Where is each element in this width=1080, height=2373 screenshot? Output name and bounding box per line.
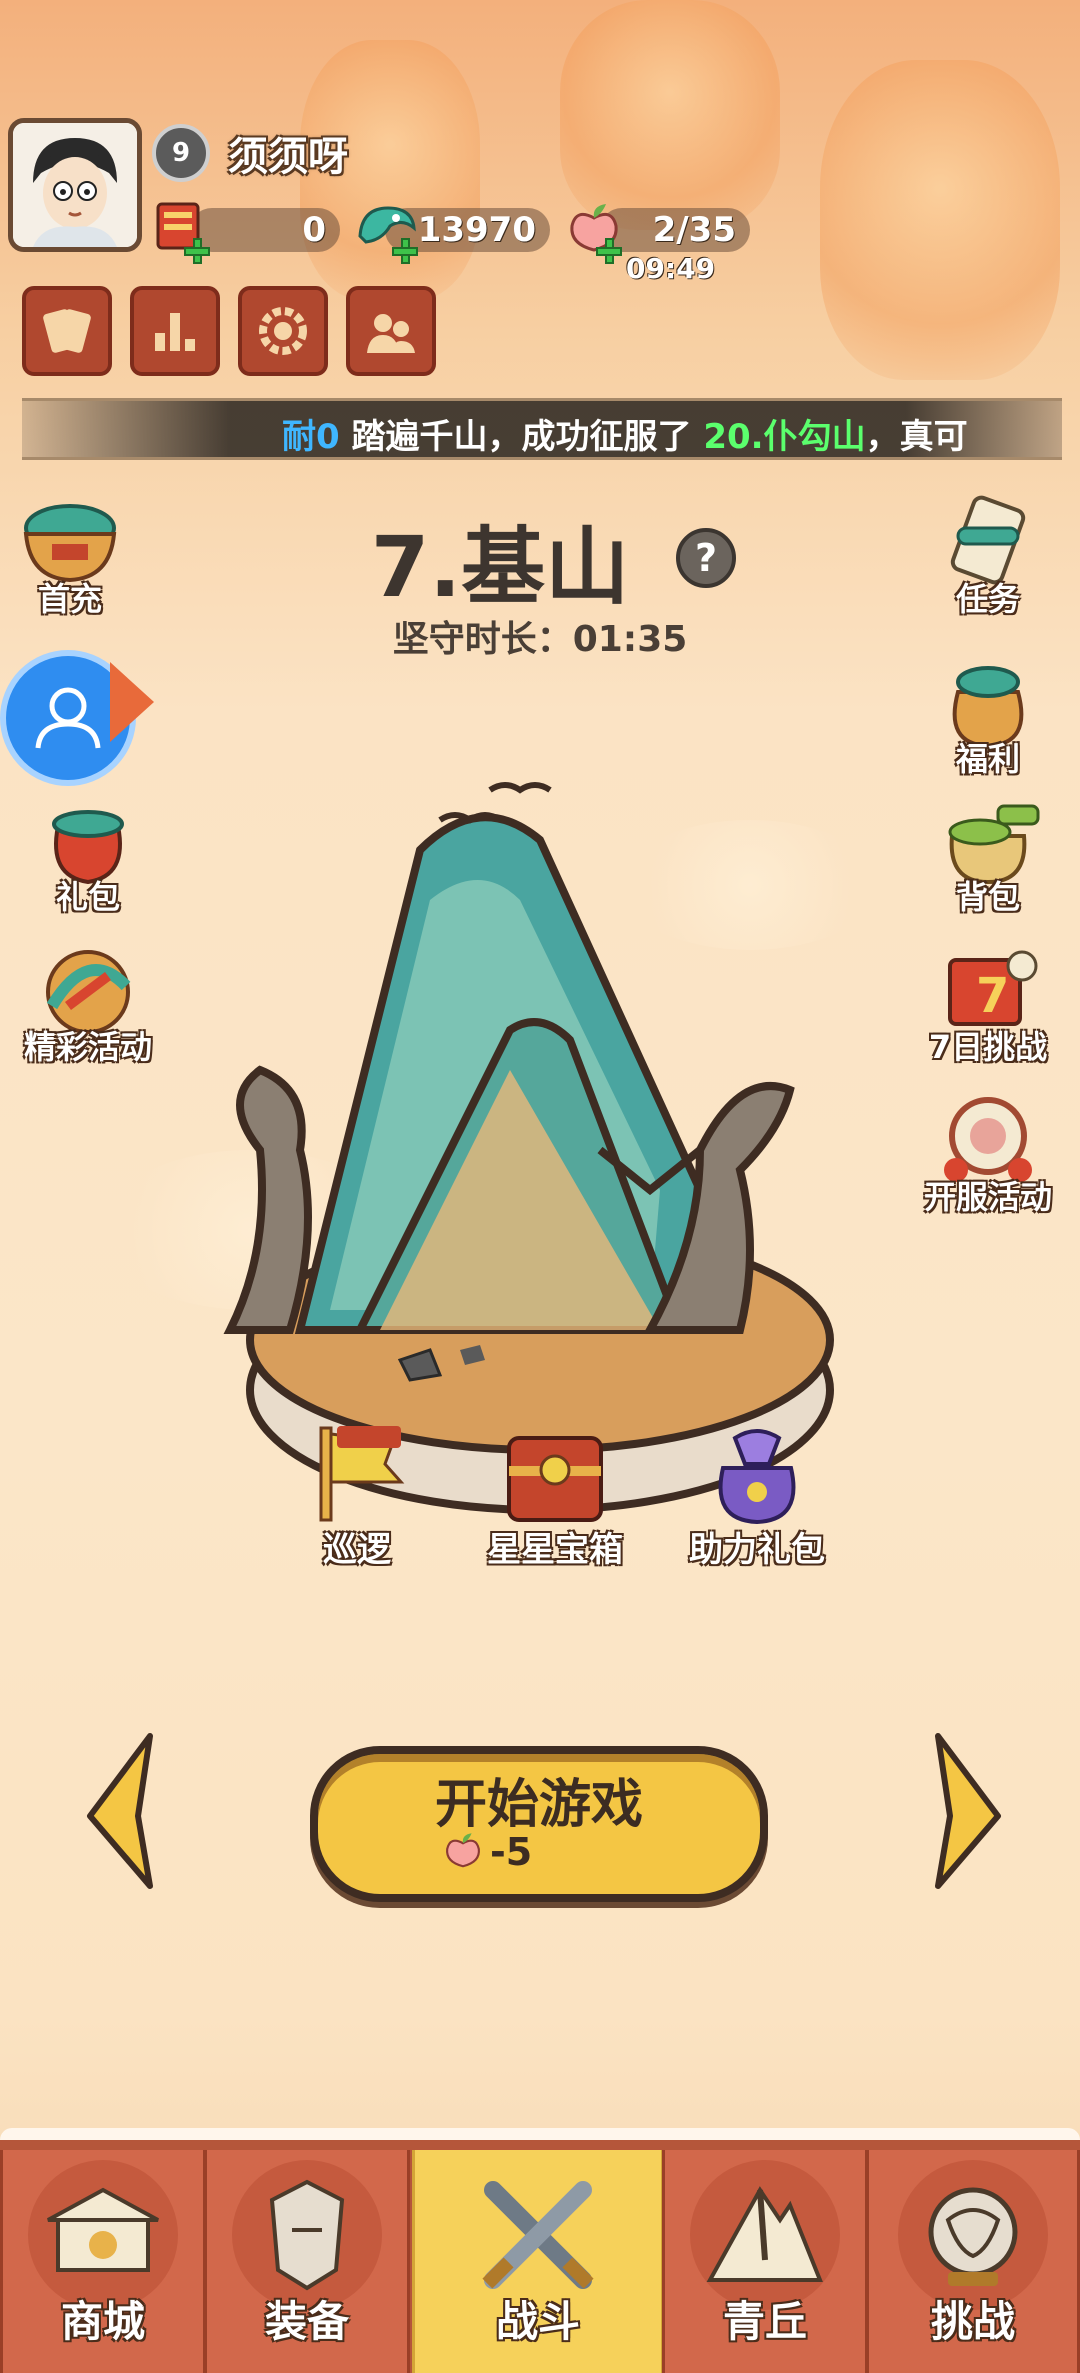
purple-bag-icon bbox=[718, 1429, 796, 1525]
patrol-button[interactable]: 巡逻 bbox=[272, 1418, 442, 1571]
tab-battle[interactable]: 战斗 bbox=[412, 2150, 664, 2373]
add-tickets-button[interactable] bbox=[184, 238, 210, 264]
next-stage-button[interactable] bbox=[918, 1726, 1008, 1896]
island-label-support-gift: 助力礼包 bbox=[689, 1530, 825, 1570]
add-stamina-button[interactable] bbox=[596, 238, 622, 264]
menu-label-seven-day: 7日挑战 bbox=[928, 1028, 1048, 1066]
tab-qingqiu[interactable]: 青丘 bbox=[662, 2150, 868, 2373]
tab-label-challenge: 挑战 bbox=[930, 2297, 1015, 2346]
add-jade-button[interactable] bbox=[392, 238, 418, 264]
marquee-player: 耐0 bbox=[282, 417, 340, 457]
chevron-left-icon bbox=[87, 1733, 153, 1889]
tab-shop[interactable]: 商城 bbox=[0, 2150, 206, 2373]
menu-label-server-event: 开服活动 bbox=[923, 1178, 1052, 1216]
announcement-marquee: 耐0 踏遍千山，成功征服了 20.仆勾山，真可 bbox=[22, 398, 1062, 460]
star-chest-button[interactable]: 星星宝箱 bbox=[470, 1418, 640, 1571]
cards-icon bbox=[43, 309, 91, 353]
menu-label-events: 精彩活动 bbox=[23, 1028, 152, 1066]
island-label-patrol: 巡逻 bbox=[323, 1530, 391, 1570]
player-avatar[interactable] bbox=[8, 118, 142, 252]
chevron-right-icon bbox=[935, 1733, 1001, 1889]
marquee-text: 耐0 踏遍千山，成功征服了 20.仆勾山，真可 bbox=[282, 409, 968, 457]
player-level-badge: 9 bbox=[152, 124, 210, 182]
jade-value: 13970 bbox=[417, 210, 536, 250]
player-name: 须须呀 bbox=[228, 134, 348, 180]
menu-label-backpack: 背包 bbox=[955, 878, 1020, 916]
stage-title-text: 7.基山 bbox=[370, 518, 630, 616]
previous-stage-button[interactable] bbox=[80, 1726, 170, 1896]
marquee-end: ，真可 bbox=[865, 417, 968, 457]
server-launch-event-button[interactable]: 开服活动 bbox=[918, 1086, 1058, 1218]
lantern-decoration bbox=[820, 60, 1060, 380]
stage-island-scene[interactable] bbox=[180, 770, 900, 1530]
menu-label-welfare: 福利 bbox=[955, 740, 1020, 778]
island-label-star-chest: 星星宝箱 bbox=[487, 1530, 623, 1570]
settings-button[interactable] bbox=[238, 286, 328, 376]
friends-button[interactable] bbox=[346, 286, 436, 376]
welfare-button[interactable]: 福利 bbox=[918, 648, 1058, 780]
flag-icon bbox=[319, 1426, 405, 1522]
marquee-middle: 踏遍千山，成功征服了 bbox=[339, 417, 704, 457]
stamina-timer: 09:49 bbox=[626, 252, 716, 285]
backpack-button[interactable]: 背包 bbox=[918, 786, 1058, 918]
tab-challenge[interactable]: 挑战 bbox=[866, 2150, 1080, 2373]
seven-day-challenge-button[interactable]: 7 7日挑战 bbox=[918, 936, 1058, 1068]
gift-pack-button[interactable]: 礼包 bbox=[18, 786, 158, 918]
tab-label-shop: 商城 bbox=[60, 2297, 145, 2346]
svg-text:7: 7 bbox=[976, 968, 1009, 1024]
menu-label-first-recharge: 首充 bbox=[37, 580, 102, 618]
menu-label-tasks: 任务 bbox=[955, 580, 1020, 618]
stamina-value: 2/35 bbox=[652, 210, 736, 250]
tab-label-qingqiu: 青丘 bbox=[722, 2297, 807, 2346]
treasure-chest-icon bbox=[507, 1436, 603, 1522]
support-gift-button[interactable]: 助力礼包 bbox=[672, 1418, 842, 1571]
ranking-icon bbox=[155, 313, 195, 351]
start-game-label: 开始游戏 bbox=[434, 1775, 643, 1835]
tab-label-equipment: 装备 bbox=[264, 2297, 349, 2346]
menu-label-gift-pack: 礼包 bbox=[55, 878, 120, 916]
tasks-button[interactable]: 任务 bbox=[918, 488, 1058, 620]
tickets-counter: 0 bbox=[190, 208, 340, 252]
events-button[interactable]: 精彩活动 bbox=[18, 936, 158, 1068]
stamina-cost: -5 bbox=[490, 1830, 533, 1874]
first-recharge-button[interactable]: 首充 bbox=[0, 488, 140, 620]
tickets-value: 0 bbox=[302, 210, 326, 250]
friends-icon bbox=[367, 314, 415, 353]
cards-button[interactable] bbox=[22, 286, 112, 376]
peach-cost-icon bbox=[440, 1826, 486, 1872]
tab-label-battle: 战斗 bbox=[495, 2297, 580, 2346]
tab-equipment[interactable]: 装备 bbox=[204, 2150, 410, 2373]
marquee-stage: 20.仆勾山 bbox=[703, 417, 866, 457]
ranking-button[interactable] bbox=[130, 286, 220, 376]
gear-icon bbox=[259, 307, 307, 355]
help-icon[interactable]: ? bbox=[676, 528, 736, 588]
